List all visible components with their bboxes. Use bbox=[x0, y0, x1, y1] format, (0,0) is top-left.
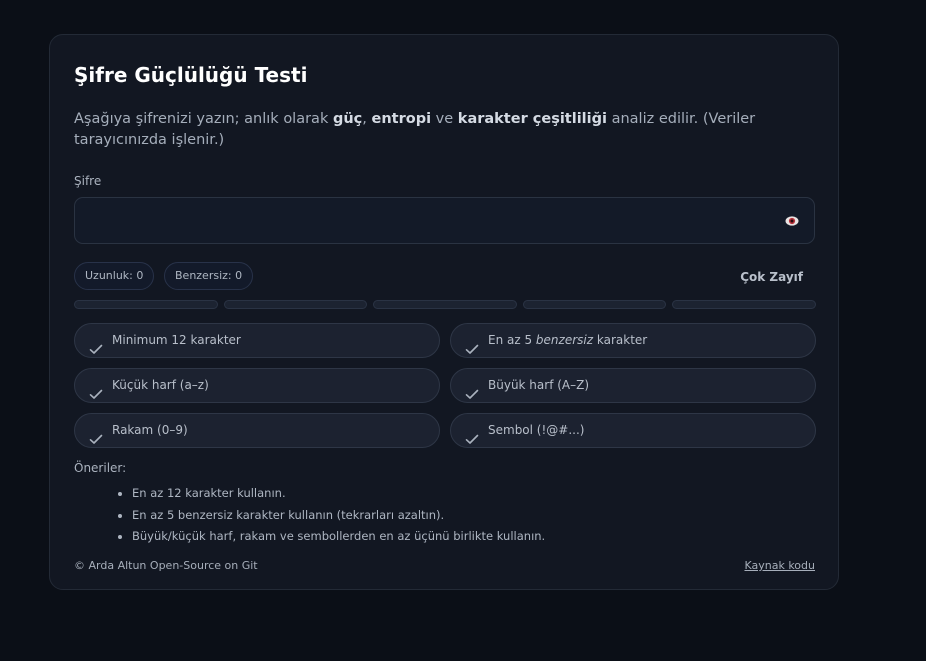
source-code-link[interactable]: Kaynak kodu bbox=[744, 559, 815, 572]
strength-bar-segment bbox=[672, 300, 816, 309]
password-strength-card: Şifre Güçlülüğü Testi Aşağıya şifrenizi … bbox=[49, 34, 839, 590]
check-label: Büyük harf (A–Z) bbox=[488, 378, 590, 392]
check-digit: Rakam (0–9) bbox=[74, 413, 440, 448]
check-icon bbox=[465, 425, 479, 444]
suggestions-list: En az 12 karakter kullanın. En az 5 benz… bbox=[108, 483, 545, 548]
password-field-wrapper bbox=[74, 197, 815, 244]
password-input[interactable] bbox=[75, 198, 775, 243]
check-label: Minimum 12 karakter bbox=[112, 333, 241, 347]
password-label: Şifre bbox=[74, 174, 102, 188]
check-icon bbox=[465, 335, 479, 354]
length-badge: Uzunluk: 0 bbox=[74, 262, 155, 290]
check-symbol: Sembol (!@#...) bbox=[450, 413, 816, 448]
check-min-length: Minimum 12 karakter bbox=[74, 323, 440, 358]
check-unique-chars: En az 5 benzersiz karakter bbox=[450, 323, 816, 358]
check-uppercase: Büyük harf (A–Z) bbox=[450, 368, 816, 403]
page-title: Şifre Güçlülüğü Testi bbox=[74, 63, 308, 87]
check-label: En az 5 benzersiz karakter bbox=[488, 333, 648, 347]
strength-bar-segment bbox=[373, 300, 517, 309]
strength-bar-segment bbox=[74, 300, 218, 309]
unique-badge: Benzersiz: 0 bbox=[164, 262, 254, 290]
check-lowercase: Küçük harf (a–z) bbox=[74, 368, 440, 403]
suggestion-item: En az 12 karakter kullanın. bbox=[132, 483, 545, 505]
check-icon bbox=[89, 380, 103, 399]
check-icon bbox=[465, 380, 479, 399]
eye-icon[interactable] bbox=[784, 213, 800, 227]
suggestions-title: Öneriler: bbox=[74, 461, 127, 475]
description: Aşağıya şifrenizi yazın; anlık olarak gü… bbox=[74, 111, 756, 148]
suggestion-item: Büyük/küçük harf, rakam ve sembollerden … bbox=[132, 526, 545, 548]
check-label: Küçük harf (a–z) bbox=[112, 378, 209, 392]
strength-label: Çok Zayıf bbox=[740, 270, 803, 284]
check-label: Sembol (!@#...) bbox=[488, 423, 585, 437]
suggestion-item: En az 5 benzersiz karakter kullanın (tek… bbox=[132, 505, 545, 527]
footer-copyright: © Arda Altun Open-Source on Git bbox=[74, 559, 258, 572]
check-label: Rakam (0–9) bbox=[112, 423, 188, 437]
check-icon bbox=[89, 425, 103, 444]
strength-bar-segment bbox=[523, 300, 666, 309]
check-icon bbox=[89, 335, 103, 354]
strength-bar-segment bbox=[224, 300, 367, 309]
